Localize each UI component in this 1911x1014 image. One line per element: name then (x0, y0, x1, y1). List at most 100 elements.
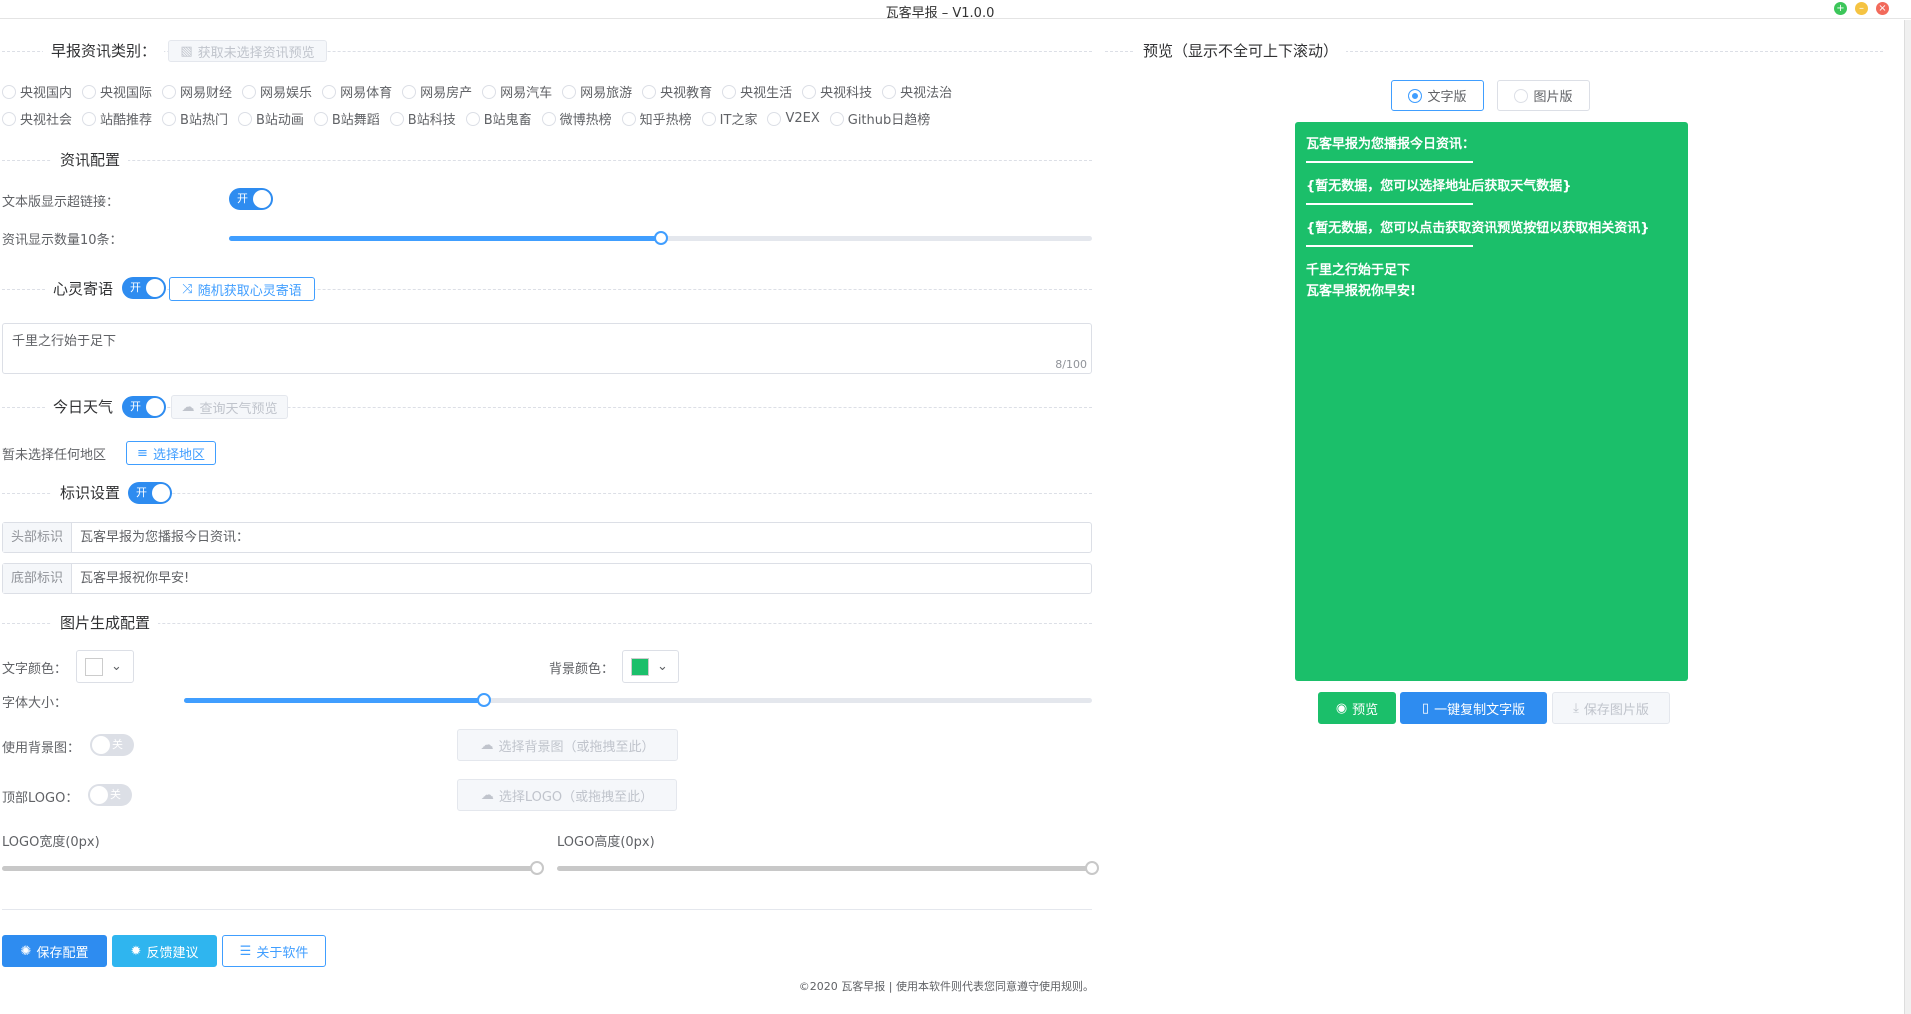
logo-width-label: LOGO宽度(0px) (2, 831, 100, 850)
news-category-radio[interactable]: 央视科技 (802, 82, 872, 101)
copy-text-button[interactable]: ▯一键复制文字版 (1400, 692, 1547, 724)
color-swatch (85, 658, 103, 676)
news-category-radio[interactable]: 网易房产 (402, 82, 472, 101)
text-color-picker[interactable]: ⌄ (76, 650, 134, 683)
news-category-radio[interactable]: 网易汽车 (482, 82, 552, 101)
weather-toggle[interactable]: 开 (122, 396, 166, 418)
save-config-button[interactable]: ✺保存配置 (2, 935, 107, 967)
news-category-radio[interactable]: B站鬼畜 (466, 109, 532, 128)
mode-image-radio[interactable]: 图片版 (1497, 80, 1590, 111)
divider (2, 51, 1092, 52)
divider (2, 160, 1092, 161)
bug-icon: ✹ (131, 944, 142, 959)
news-category-radio[interactable]: B站动画 (238, 109, 304, 128)
list-icon: ☰ (240, 944, 252, 959)
news-category-radio[interactable]: 站酷推荐 (82, 109, 152, 128)
scrollbar[interactable] (1904, 20, 1911, 1014)
news-category-radio[interactable]: B站科技 (390, 109, 456, 128)
window-title: 瓦客早报 – V1.0.0 (0, 2, 1880, 21)
fetch-preview-button[interactable]: ▧获取未选择资讯预览 (168, 40, 327, 62)
news-category-radio[interactable]: 央视教育 (642, 82, 712, 101)
preview-panel: 瓦客早报为您播报今日资讯： {暂无数据，您可以选择地址后获取天气数据} {暂无数… (1295, 122, 1688, 681)
chevron-down-icon: ⌄ (657, 659, 668, 674)
font-size-slider[interactable] (184, 698, 1092, 703)
footer-text: ©2020 瓦客早报 | 使用本软件则代表您同意遵守使用规则。 (799, 978, 1094, 994)
soul-textarea[interactable]: 千里之行始于足下 8/100 (2, 323, 1092, 374)
section-image: 图片生成配置 (52, 612, 158, 633)
section-config: 资讯配置 (52, 149, 128, 170)
cloud-icon: ☁ (181, 400, 194, 415)
marker-toggle[interactable]: 开 (128, 482, 172, 504)
upload-icon: ☁ (481, 788, 494, 803)
logo-toggle[interactable]: 关 (88, 784, 132, 806)
logo-width-slider[interactable] (2, 866, 537, 871)
news-category-radio[interactable]: Github日趋榜 (830, 109, 931, 128)
color-swatch (631, 658, 649, 676)
news-category-radio[interactable]: 网易旅游 (562, 82, 632, 101)
news-category-radio[interactable]: 央视社会 (2, 109, 72, 128)
logo-label: 顶部LOGO： (2, 787, 78, 806)
soul-toggle[interactable]: 开 (122, 277, 166, 299)
close-icon[interactable]: × (1876, 2, 1889, 15)
mode-text-radio[interactable]: 文字版 (1391, 80, 1484, 111)
select-bg-image-button[interactable]: ☁选择背景图（或拖拽至此） (457, 729, 678, 761)
logo-height-slider[interactable] (557, 866, 1092, 871)
logo-height-label: LOGO高度(0px) (557, 831, 655, 850)
news-category-radio[interactable]: B站热门 (162, 109, 228, 128)
bg-color-picker[interactable]: ⌄ (622, 650, 679, 683)
section-marker: 标识设置 (52, 482, 128, 503)
char-counter: 8/100 (1055, 358, 1087, 371)
image-icon: ▧ (180, 44, 192, 59)
font-size-label: 字体大小： (2, 692, 67, 711)
chevron-down-icon: ⌄ (111, 659, 122, 674)
news-category-radio[interactable]: 知乎热榜 (622, 109, 692, 128)
section-weather: 今日天气 (45, 396, 121, 417)
select-region-button[interactable]: ≡选择地区 (126, 441, 216, 465)
section-preview: 预览（显示不全可上下滚动） (1135, 40, 1346, 61)
hyperlink-toggle[interactable]: 开 (229, 188, 273, 210)
query-weather-button[interactable]: ☁查询天气预览 (171, 395, 288, 419)
news-category-radio[interactable]: IT之家 (702, 109, 758, 128)
feedback-button[interactable]: ✹反馈建议 (112, 935, 217, 967)
section-soul: 心灵寄语 (45, 278, 121, 299)
news-category-radio[interactable]: 网易财经 (162, 82, 232, 101)
about-button[interactable]: ☰关于软件 (222, 935, 326, 967)
download-icon: ⤓ (1573, 701, 1579, 716)
news-category-radio[interactable]: 网易娱乐 (242, 82, 312, 101)
shuffle-icon: ⤨ (182, 282, 192, 297)
upload-icon: ☁ (480, 738, 493, 753)
count-label: 资讯显示数量10条： (2, 229, 123, 248)
minimize-icon[interactable]: – (1855, 2, 1868, 15)
news-category-radio[interactable]: 央视国内 (2, 82, 72, 101)
select-logo-button[interactable]: ☁选择LOGO（或拖拽至此） (457, 779, 677, 811)
news-category-row-1: 央视国内央视国际网易财经网易娱乐网易体育网易房产网易汽车网易旅游央视教育央视生活… (2, 82, 952, 101)
news-category-row-2: 央视社会站酷推荐 B站热门 B站动画 B站舞蹈 B站科技 B站鬼畜微博热榜知乎热榜 IT之家… (2, 109, 930, 128)
news-category-radio[interactable]: 央视国际 (82, 82, 152, 101)
news-category-radio[interactable]: 网易体育 (322, 82, 392, 101)
foot-marker-input[interactable]: 底部标识瓦客早报祝你早安! (2, 563, 1092, 594)
document-icon: ▯ (1422, 701, 1429, 716)
no-region-text: 暂未选择任何地区 (2, 444, 106, 463)
head-marker-input[interactable]: 头部标识瓦客早报为您播报今日资讯： (2, 522, 1092, 553)
bg-image-toggle[interactable]: 关 (90, 734, 134, 756)
count-slider[interactable] (229, 236, 1092, 241)
bg-image-label: 使用背景图： (2, 737, 80, 756)
news-category-radio[interactable]: 央视生活 (722, 82, 792, 101)
section-news-category: 早报资讯类别： (43, 40, 164, 61)
text-color-label: 文字颜色： (2, 658, 67, 677)
filter-icon: ≡ (137, 446, 148, 461)
preview-button[interactable]: ◉预览 (1318, 692, 1396, 724)
save-image-button[interactable]: ⤓保存图片版 (1552, 692, 1670, 724)
maximize-icon[interactable]: + (1834, 2, 1847, 15)
gear-icon: ✺ (21, 944, 32, 959)
divider (2, 623, 1092, 624)
news-category-radio[interactable]: 微博热榜 (542, 109, 612, 128)
random-soul-button[interactable]: ⤨随机获取心灵寄语 (169, 277, 315, 301)
eye-icon: ◉ (1336, 701, 1347, 716)
news-category-radio[interactable]: 央视法治 (882, 82, 952, 101)
hyperlink-label: 文本版显示超链接： (2, 191, 119, 210)
news-category-radio[interactable]: V2EX (767, 109, 819, 128)
divider (2, 909, 1092, 910)
bg-color-label: 背景颜色： (549, 658, 614, 677)
news-category-radio[interactable]: B站舞蹈 (314, 109, 380, 128)
